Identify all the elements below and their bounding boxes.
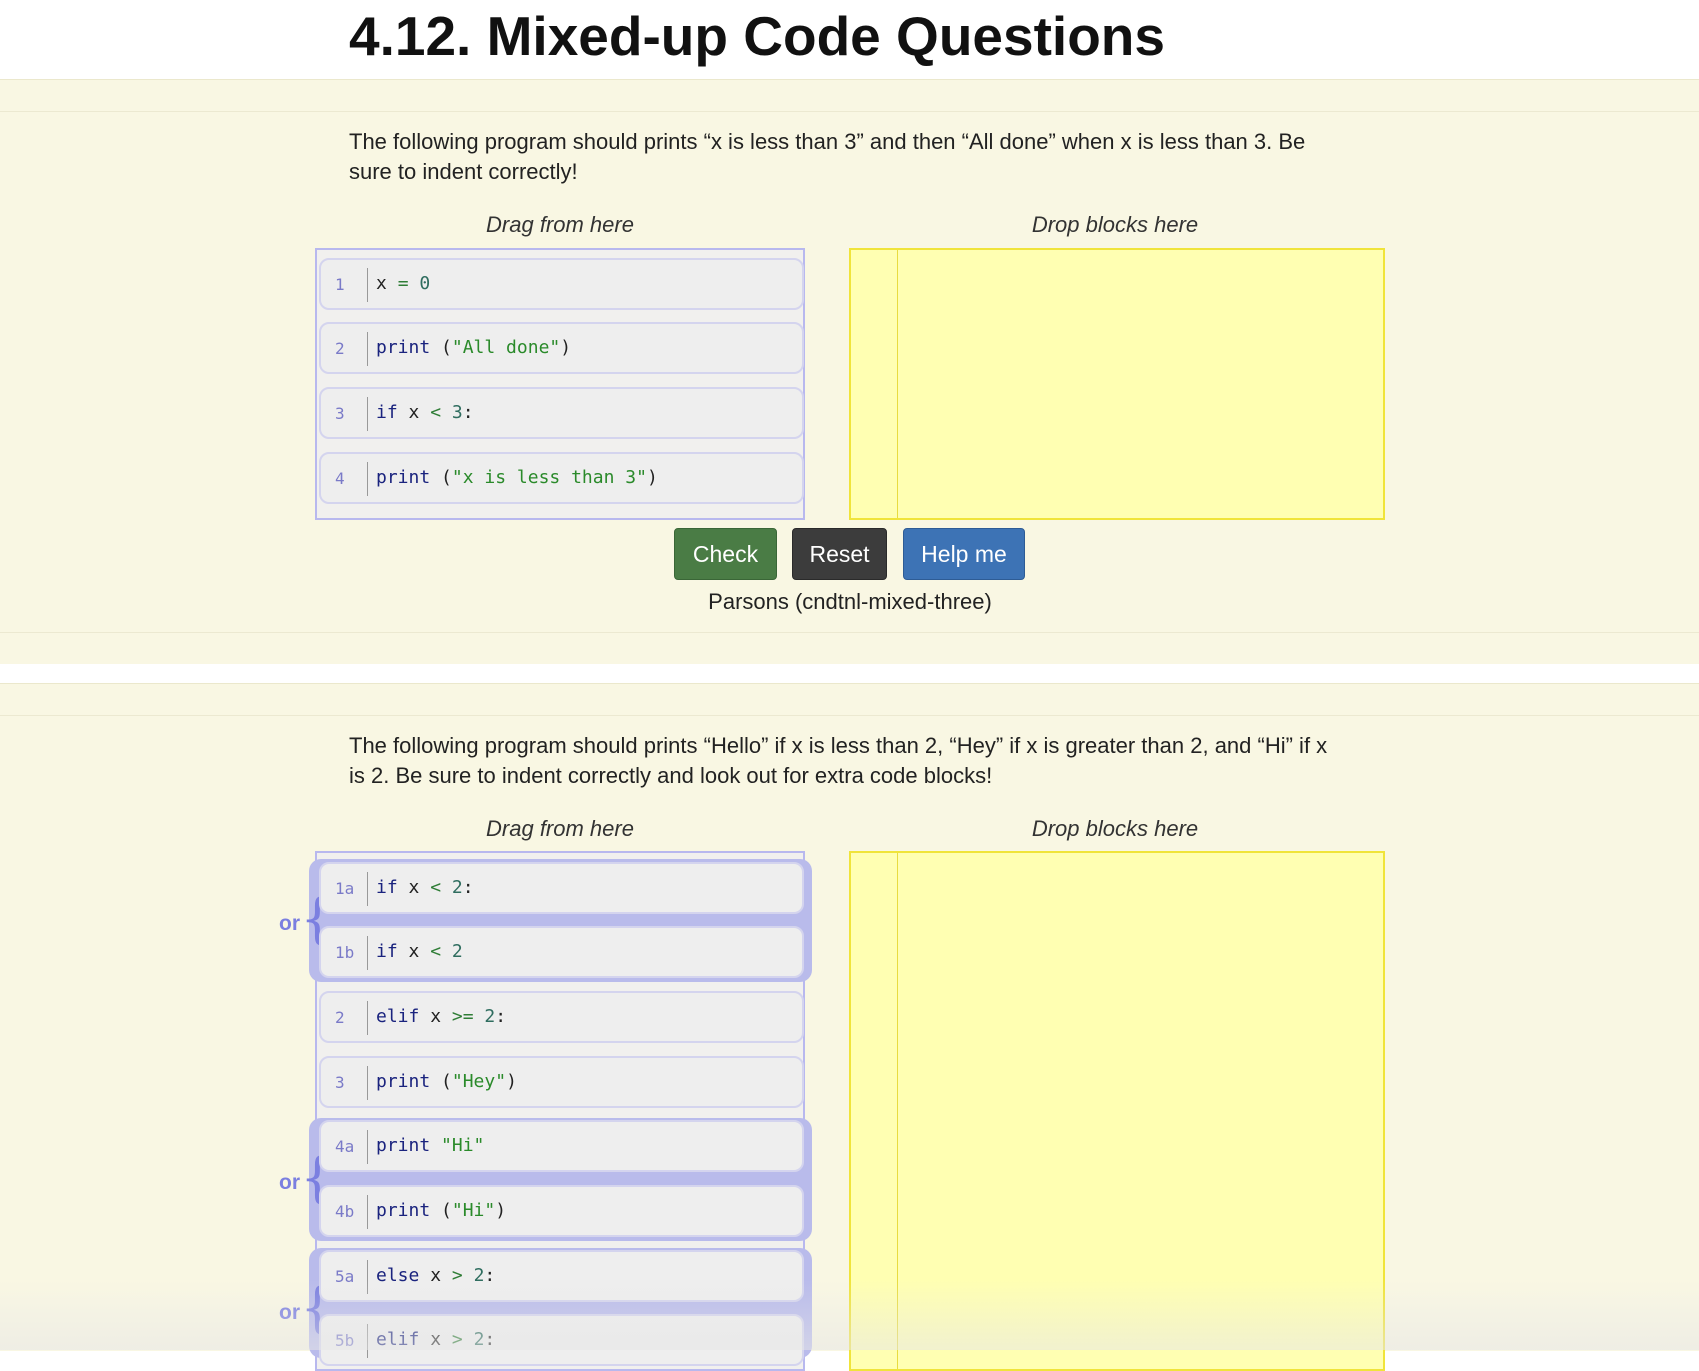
line-number: 2 [335, 1008, 345, 1027]
code-line: print ("Hey") [376, 1071, 517, 1092]
code-line: print ("Hi") [376, 1200, 507, 1221]
code-line: elif x >= 2: [376, 1006, 507, 1027]
line-number: 1b [335, 943, 355, 962]
page-title: 4.12. Mixed-up Code Questions [349, 5, 1165, 67]
code-line: if x < 3: [376, 402, 474, 423]
q2-code-block-1a[interactable]: 1a if x < 2: [319, 862, 804, 914]
help-me-button[interactable]: Help me [903, 528, 1025, 580]
q1-drop-label: Drop blocks here [1031, 212, 1199, 237]
line-number: 4 [335, 469, 345, 488]
question-2-prompt: The following program should prints “Hel… [349, 733, 1328, 788]
line-number: 2 [335, 339, 345, 358]
question-1-caption: Parsons (cndtnl-mixed-three) [708, 589, 992, 614]
q2-source-label: Drag from here [486, 816, 634, 841]
q1-code-block-3[interactable]: 3 if x < 3: [319, 387, 804, 439]
q1-code-block-4[interactable]: 4 print ("x is less than 3") [319, 452, 804, 504]
q2-code-block-1b[interactable]: 1b if x < 2 [319, 926, 804, 978]
code-line: x = 0 [376, 273, 431, 294]
code-line: print ("x is less than 3") [376, 467, 658, 488]
reset-button[interactable]: Reset [792, 528, 887, 580]
check-button[interactable]: Check [674, 528, 777, 580]
q1-drop-area[interactable] [849, 248, 1385, 520]
q2-code-block-3[interactable]: 3 print ("Hey") [319, 1056, 804, 1108]
q1-code-block-2[interactable]: 2 print ("All done") [319, 322, 804, 374]
q1-source-label: Drag from here [486, 212, 634, 237]
or-label: or [279, 1171, 300, 1194]
line-number: 4b [335, 1202, 355, 1221]
q2-code-block-4a[interactable]: 4a print "Hi" [319, 1120, 804, 1172]
line-number: 3 [335, 1073, 345, 1092]
q1-code-block-1[interactable]: 1 x = 0 [319, 258, 804, 310]
code-line: if x < 2 [376, 941, 463, 962]
line-number: 1a [335, 879, 355, 898]
q2-code-block-4b[interactable]: 4b print ("Hi") [319, 1185, 804, 1237]
code-line: if x < 2: [376, 877, 474, 898]
line-number: 1 [335, 275, 345, 294]
or-label: or [279, 912, 300, 935]
line-number: 4a [335, 1137, 355, 1156]
q2-code-block-2[interactable]: 2 elif x >= 2: [319, 991, 804, 1043]
code-line: print ("All done") [376, 337, 572, 358]
line-number: 3 [335, 404, 345, 423]
q2-drop-label: Drop blocks here [1031, 816, 1199, 841]
question-1-prompt: The following program should prints “x i… [349, 129, 1306, 184]
code-line: print "Hi" [376, 1135, 485, 1156]
